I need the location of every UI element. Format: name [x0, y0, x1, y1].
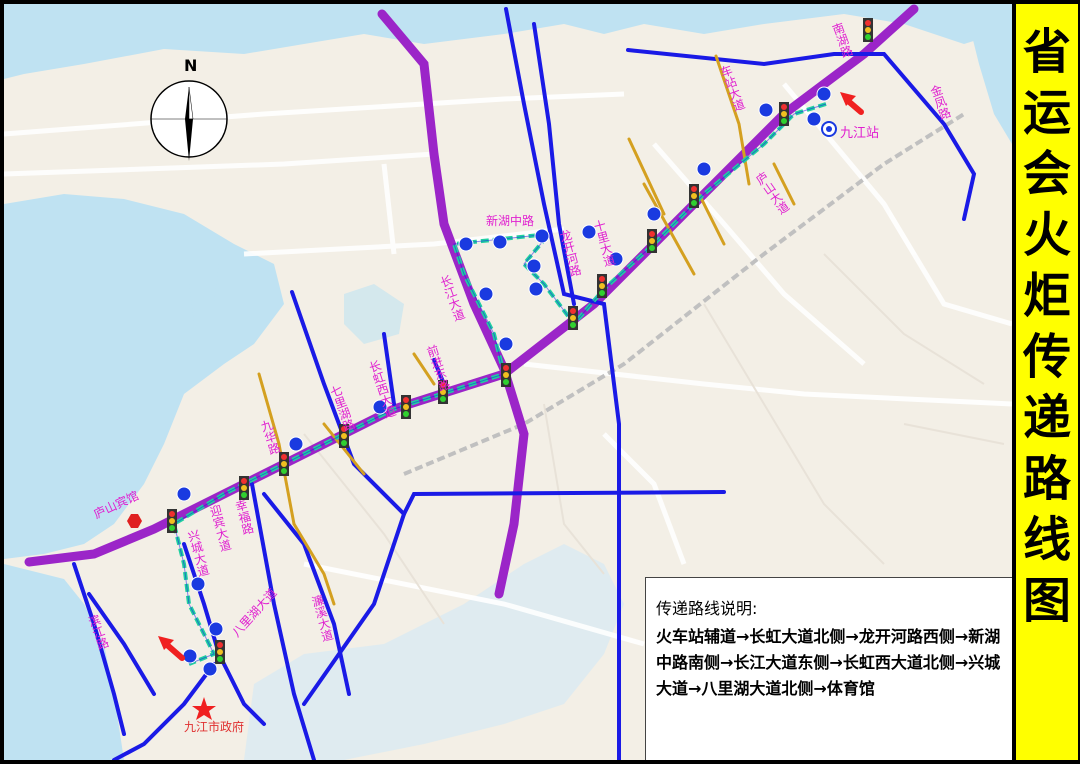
arrow-icon-station [840, 92, 864, 115]
police-marker [492, 234, 508, 250]
police-marker [202, 661, 218, 677]
police-marker [816, 86, 832, 102]
traffic-light [568, 306, 578, 330]
legend-route-text: 火车站辅道→长虹大道北侧→龙开河路西侧→新湖中路南侧→长江大道东侧→长虹西大道北… [656, 627, 1001, 698]
route-description-box: 传递路线说明: 火车站辅道→长虹大道北侧→龙开河路西侧→新湖中路南侧→长江大道东… [645, 577, 1012, 760]
traffic-light [401, 395, 411, 419]
compass-north-label: N [184, 56, 198, 75]
traffic-light [647, 229, 657, 253]
police-marker [458, 236, 474, 252]
police-marker [758, 102, 774, 118]
legend-title: 传递路线说明: [656, 599, 758, 618]
police-marker [498, 336, 514, 352]
police-marker [696, 161, 712, 177]
traffic-light [215, 640, 225, 664]
police-marker [534, 228, 550, 244]
arrow-icon-government [158, 636, 185, 661]
police-marker [806, 111, 822, 127]
traffic-light [863, 18, 873, 42]
traffic-light [597, 274, 607, 298]
traffic-light [167, 509, 177, 533]
police-marker [190, 576, 206, 592]
map-title: 省运会火炬传递路线图 [1022, 24, 1071, 629]
traffic-light [501, 363, 511, 387]
station-label: 九江站 [840, 126, 880, 141]
traffic-light [279, 452, 289, 476]
image-frame: N 九江站 九江市政府 庐山宾馆 新湖中路 长江大道 龙开河路 七里湖路 兴城大… [0, 0, 1080, 764]
road-label-xinhu: 新湖中路 [486, 214, 535, 228]
traffic-light [779, 102, 789, 126]
police-marker [176, 486, 192, 502]
minor-roads [303, 253, 1005, 625]
government-label: 九江市政府 [184, 720, 245, 734]
police-marker [478, 286, 494, 302]
water-bay-right [964, 4, 1012, 144]
police-marker [288, 436, 304, 452]
water-lake-mid [344, 284, 404, 344]
police-marker [182, 648, 198, 664]
star-icon [192, 697, 216, 720]
police-marker [208, 621, 224, 637]
water-lake-sw [244, 544, 624, 760]
secondary-roads [257, 54, 796, 606]
compass-icon [150, 80, 228, 161]
title-panel: 省运会火炬传递路线图 [1014, 4, 1078, 760]
hexagon-icon [127, 514, 142, 528]
traffic-light [689, 184, 699, 208]
police-marker [526, 258, 542, 274]
police-marker [646, 206, 662, 222]
station-icon [821, 121, 837, 137]
police-marker [528, 281, 544, 297]
map-area[interactable]: N 九江站 九江市政府 庐山宾馆 新湖中路 长江大道 龙开河路 七里湖路 兴城大… [4, 4, 1012, 760]
